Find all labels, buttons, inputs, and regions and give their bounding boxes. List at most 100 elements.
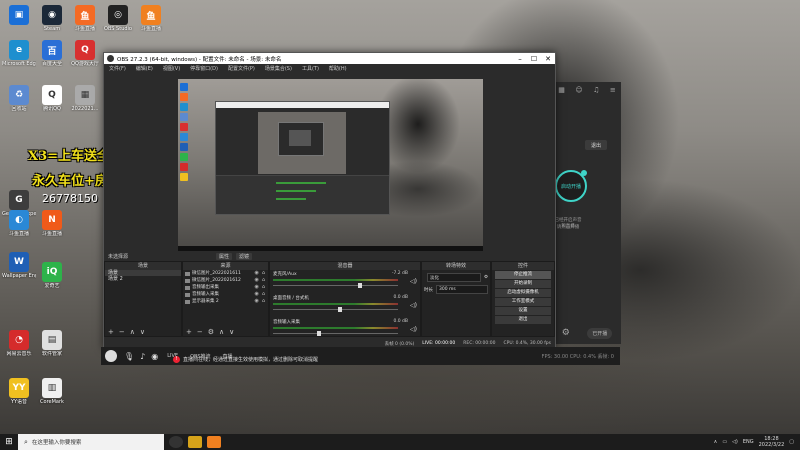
duration-input[interactable]: 300 ms (436, 285, 488, 294)
desktop-icon[interactable]: N 斗鱼直播 (35, 210, 69, 237)
volume-slider[interactable] (273, 307, 398, 312)
slider-handle[interactable] (358, 283, 362, 288)
lock-icon[interactable]: ⌂ (262, 270, 265, 277)
volume-slider[interactable] (273, 331, 398, 336)
down-icon[interactable]: ∨ (229, 328, 234, 336)
source-item[interactable]: 音频输入采集 ◉ ⌂ (183, 291, 268, 298)
desktop-icon[interactable]: ◐ 斗鱼直播 (2, 210, 36, 237)
volume-icon[interactable]: ♪ (140, 352, 145, 361)
windows-start-icon[interactable]: ⊞ (0, 437, 18, 447)
filters-button[interactable]: 滤镜 (236, 253, 253, 260)
lock-icon[interactable]: ⌂ (262, 298, 265, 305)
menu-item[interactable]: 停靠窗口(D) (190, 65, 218, 72)
bell-icon[interactable]: ♫ (593, 86, 599, 94)
menu-item[interactable]: 工具(T) (302, 65, 319, 72)
chevron-up-icon[interactable]: ∧ (714, 439, 718, 445)
remove-icon[interactable]: − (197, 328, 203, 336)
add-icon[interactable]: + (186, 328, 192, 336)
desktop-icon[interactable]: YY YY语音 (2, 378, 36, 405)
user-icon[interactable]: ☺ (575, 86, 582, 94)
desktop-icon[interactable]: ▥ CoreMark (35, 378, 69, 405)
douyu-taskbar-icon-2[interactable] (207, 436, 221, 448)
menu-item[interactable]: 场景集合(S) (265, 65, 292, 72)
volume-slider[interactable] (273, 283, 398, 288)
control-button[interactable]: 停止推流 (495, 271, 551, 279)
taskbar-search[interactable]: ⌕ 在这里输入你要搜索 (18, 434, 164, 450)
desktop-icon[interactable]: ◔ 网易云音乐 (2, 330, 36, 357)
side-panel-exit-button[interactable]: 退出 (585, 140, 607, 150)
clock[interactable]: 18:28 2022/3/22 (759, 436, 785, 448)
source-item[interactable]: 音频输出采集 ◉ ⌂ (183, 284, 268, 291)
desktop-icon[interactable]: ◉ Steam (35, 5, 69, 32)
desktop-icon-label: 斗鱼直播 (41, 231, 62, 237)
source-item[interactable]: 微信图片_2022021612 ◉ ⌂ (183, 277, 268, 284)
lock-icon[interactable]: ⌂ (262, 284, 265, 291)
desktop-icon[interactable]: ▤ 软件管家 (35, 330, 69, 357)
douyu-taskbar-icon[interactable] (188, 436, 202, 448)
minimize-icon[interactable]: – (513, 55, 527, 63)
remove-icon[interactable]: − (119, 328, 125, 336)
language-indicator[interactable]: ENG (743, 439, 754, 445)
desktop-icon[interactable]: Q QQ游戏大厅 (68, 40, 102, 67)
camera-icon[interactable]: ◉ (151, 352, 158, 361)
menu-item[interactable]: 文件(F) (109, 65, 126, 72)
desktop-icon[interactable]: e Microsoft Edge (2, 40, 36, 67)
speaker-icon[interactable]: ◁) (410, 302, 417, 309)
gear-icon[interactable]: ⚙ (484, 275, 488, 280)
control-button[interactable]: 开始录制 (495, 280, 551, 288)
properties-button[interactable]: 属性 (216, 253, 233, 260)
menu-item[interactable]: 视图(V) (163, 65, 180, 72)
volume-tray-icon[interactable]: ◁) (732, 439, 738, 445)
close-icon[interactable]: ✕ (541, 55, 555, 63)
control-button[interactable]: 启动虚拟摄像机 (495, 289, 551, 297)
desktop-icon[interactable]: 鱼斗鱼直播 (68, 5, 102, 32)
live-status-pill[interactable]: 已开播 (587, 327, 613, 339)
control-button[interactable]: 工作室模式 (495, 298, 551, 306)
obs-preview[interactable] (178, 79, 483, 251)
menu-item[interactable]: 配置文件(P) (228, 65, 255, 72)
down-icon[interactable]: ∨ (140, 328, 145, 336)
source-item[interactable]: 显示器采集 2 ◉ ⌂ (183, 298, 268, 305)
eye-icon[interactable]: ◉ (254, 277, 258, 284)
desktop-icon[interactable]: WWallpaper Engine (2, 252, 36, 279)
desktop-icon[interactable]: iQ 爱奇艺 (35, 262, 69, 289)
lock-icon[interactable]: ⌂ (262, 291, 265, 298)
scene-item[interactable]: 场景 2 (105, 276, 181, 282)
obs-taskbar-icon[interactable] (169, 436, 183, 448)
network-icon[interactable]: ▭ (722, 439, 727, 445)
eye-icon[interactable]: ◉ (254, 291, 258, 298)
speaker-icon[interactable]: ◁) (410, 326, 417, 333)
settings-icon[interactable]: ⚙ (562, 328, 570, 338)
desktop-icon[interactable]: 鱼斗鱼直播 (134, 5, 168, 32)
up-icon[interactable]: ∧ (130, 328, 135, 336)
control-button[interactable]: 退出 (495, 316, 551, 324)
desktop-icon[interactable]: ♻ 回收站 (2, 85, 36, 112)
overlay-number: 26778150 (42, 192, 98, 205)
up-icon[interactable]: ∧ (219, 328, 224, 336)
eye-icon[interactable]: ◉ (254, 284, 258, 291)
desktop-icon[interactable]: ▣ (2, 5, 36, 26)
eye-icon[interactable]: ◉ (254, 298, 258, 305)
menu-item[interactable]: 编辑(E) (136, 65, 153, 72)
maximize-icon[interactable]: ☐ (527, 55, 541, 63)
gear-icon[interactable]: ⚙ (208, 328, 214, 336)
add-icon[interactable]: + (108, 328, 114, 336)
source-item[interactable]: 微信图片_2022021611 ◉ ⌂ (183, 270, 268, 277)
menu-item[interactable]: 帮助(H) (329, 65, 347, 72)
eye-icon[interactable]: ◉ (254, 270, 258, 277)
microphone-icon[interactable]: 🎙 (124, 352, 134, 361)
desktop-icon[interactable]: 百百度大全 (35, 40, 69, 67)
lock-icon[interactable]: ⌂ (262, 277, 265, 284)
menu-icon[interactable]: ≡ (610, 86, 616, 94)
speaker-icon[interactable]: ◁) (410, 278, 417, 285)
grid-icon[interactable]: ▦ (558, 86, 565, 94)
desktop-icon[interactable]: ◎ OBS Studio (101, 5, 135, 32)
desktop-icon[interactable]: ▦ 2022021... (68, 85, 102, 112)
avatar[interactable] (105, 350, 117, 362)
control-button[interactable]: 设置 (495, 307, 551, 315)
transition-type-select[interactable]: 淡化 (427, 273, 481, 282)
slider-handle[interactable] (338, 307, 342, 312)
desktop-icon[interactable]: Q 腾讯QQ (35, 85, 69, 112)
slider-handle[interactable] (316, 331, 321, 336)
notification-icon[interactable]: ▢ (789, 439, 794, 445)
